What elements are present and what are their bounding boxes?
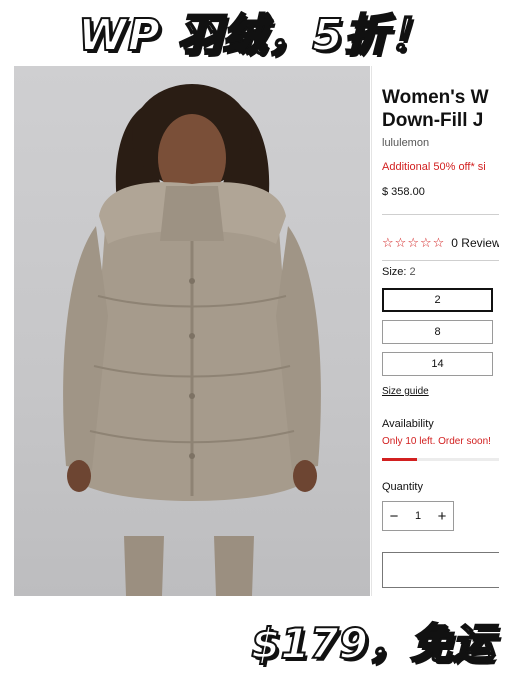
brand-name[interactable]: lululemon (382, 137, 429, 149)
stock-status: Only 10 left. Order soon! (382, 436, 491, 447)
size-selected-value: 2 (409, 266, 416, 278)
stock-level-bar (382, 458, 499, 461)
star-icon: ☆ (419, 236, 432, 251)
quantity-label: Quantity (382, 481, 423, 493)
quantity-stepper: − 1 + (382, 501, 454, 531)
product-title-line-1: Women's W (382, 87, 489, 108)
divider (382, 214, 499, 215)
availability-label: Availability (382, 418, 434, 430)
quantity-decrease-button[interactable]: − (383, 508, 405, 525)
product-price: $ 358.00 (382, 186, 425, 198)
product-detail-panel: Women's W Down-Fill J lululemon Addition… (371, 66, 499, 596)
stock-level-fill (382, 458, 418, 461)
add-to-bag-button[interactable] (382, 552, 499, 588)
product-title-line-2: Down-Fill J (382, 110, 484, 131)
size-label: Size: 2 (382, 266, 416, 278)
star-icon: ☆ (407, 236, 419, 251)
deal-price-caption: $179，免运 (250, 618, 495, 669)
quantity-value[interactable]: 1 (405, 510, 431, 522)
product-title: Women's W Down-Fill J (382, 86, 499, 132)
size-guide-link[interactable]: Size guide (382, 386, 429, 397)
star-icon: ☆ (394, 236, 407, 251)
quantity-increase-button[interactable]: + (431, 508, 453, 525)
divider (382, 260, 499, 261)
model-wearing-jacket-illustration (63, 84, 321, 596)
promo-text: Additional 50% off* si (382, 161, 486, 173)
star-icon: ☆ (382, 236, 394, 251)
size-option-14[interactable]: 14 (382, 352, 493, 376)
product-photo (14, 66, 370, 596)
size-option-2[interactable]: 2 (382, 288, 493, 312)
star-rating: ☆☆☆☆☆ (382, 234, 445, 252)
size-label-text: Size: (382, 266, 407, 278)
star-icon: ☆ (432, 236, 445, 251)
size-option-8[interactable]: 8 (382, 320, 493, 344)
review-count[interactable]: 0 Review (451, 236, 499, 250)
promo-headline: WP 羽绒，5折！ (77, 9, 434, 62)
rating-row[interactable]: ☆☆☆☆☆ 0 Review (382, 234, 499, 252)
